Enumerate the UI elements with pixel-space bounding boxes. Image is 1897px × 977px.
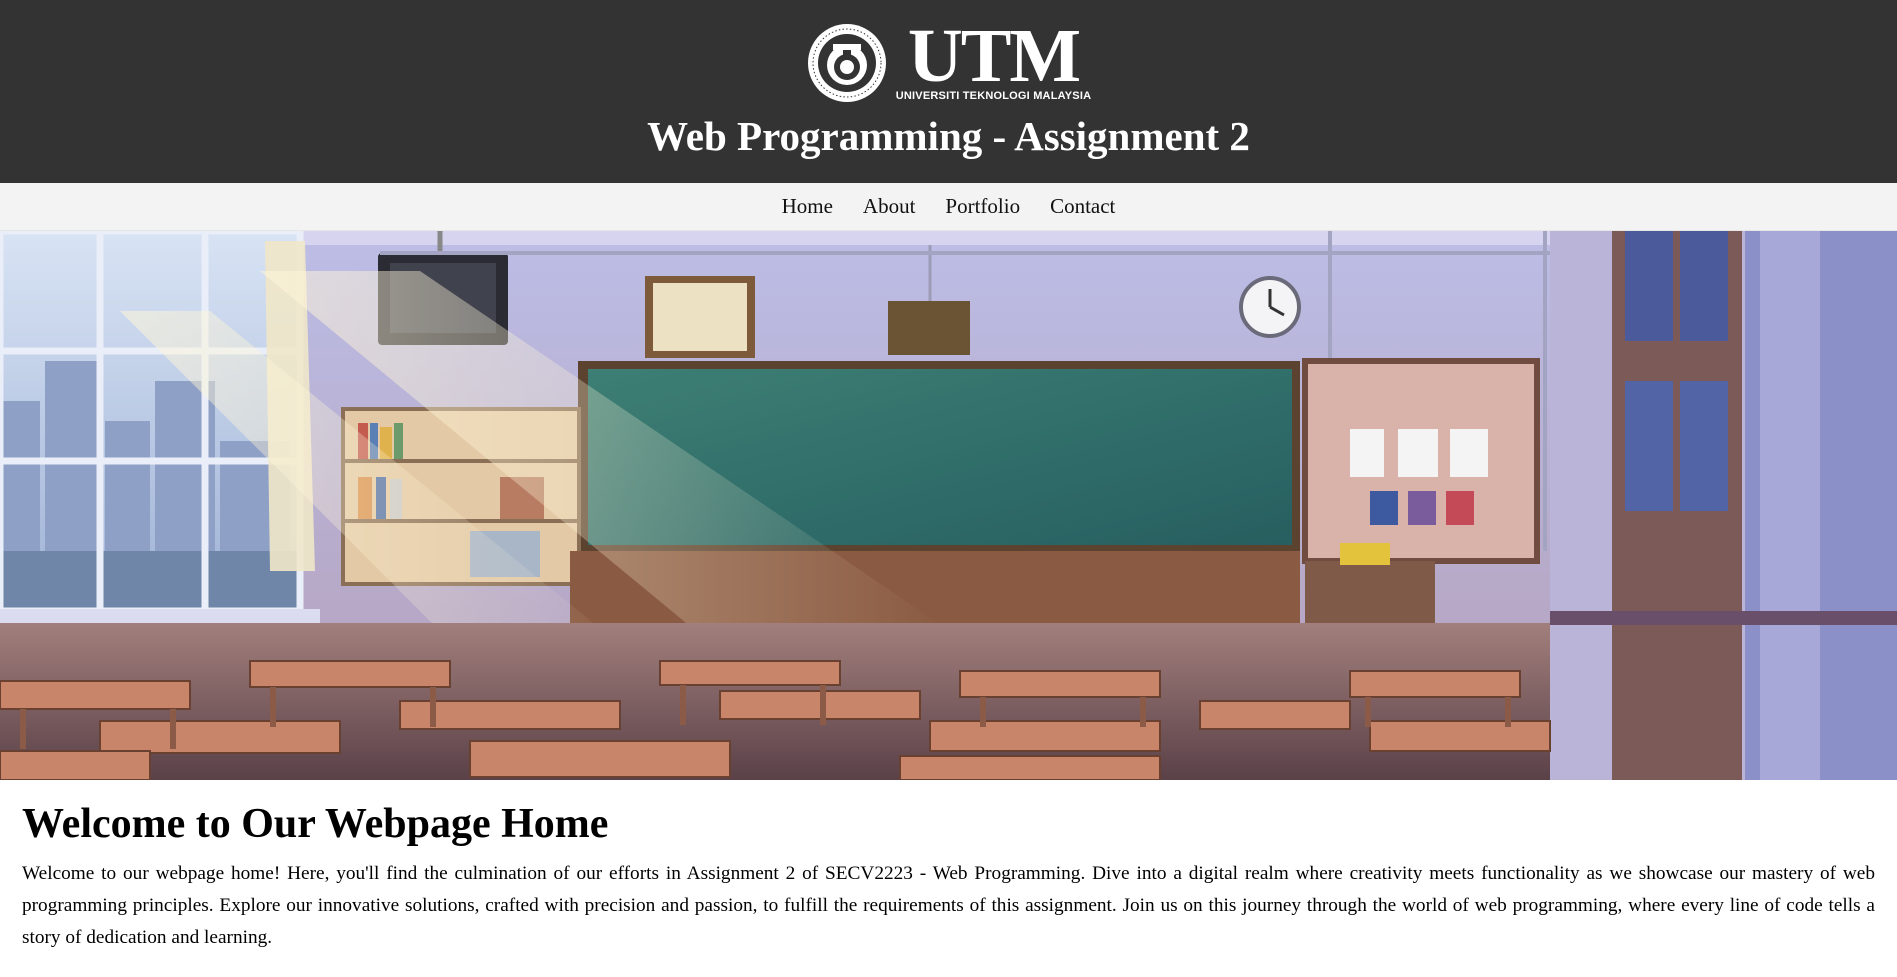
main-nav: Home About Portfolio Contact bbox=[0, 183, 1897, 231]
site-title: Web Programming - Assignment 2 bbox=[647, 113, 1250, 159]
utm-wordmark-subtitle: UNIVERSITI TEKNOLOGI MALAYSIA bbox=[895, 90, 1092, 102]
site-header: UTM UNIVERSITI TEKNOLOGI MALAYSIA Web Pr… bbox=[0, 0, 1897, 183]
hero-banner bbox=[0, 231, 1897, 780]
utm-logo[interactable]: UTM UNIVERSITI TEKNOLOGI MALAYSIA bbox=[806, 14, 1092, 104]
nav-portfolio-link[interactable]: Portfolio bbox=[945, 194, 1020, 219]
nav-about-link[interactable]: About bbox=[863, 194, 916, 219]
utm-wordmark: UTM UNIVERSITI TEKNOLOGI MALAYSIA bbox=[895, 14, 1092, 102]
nav-contact-link[interactable]: Contact bbox=[1050, 194, 1115, 219]
page-heading: Welcome to Our Webpage Home bbox=[22, 801, 609, 847]
utm-seal-icon bbox=[807, 24, 886, 102]
utm-wordmark-text: UTM bbox=[907, 14, 1081, 98]
intro-paragraph: Welcome to our webpage home! Here, you'l… bbox=[22, 863, 1875, 948]
nav-home-link[interactable]: Home bbox=[782, 194, 833, 219]
main-content: Welcome to Our Webpage Home Welcome to o… bbox=[0, 780, 1897, 954]
classroom-illustration bbox=[0, 231, 1897, 780]
